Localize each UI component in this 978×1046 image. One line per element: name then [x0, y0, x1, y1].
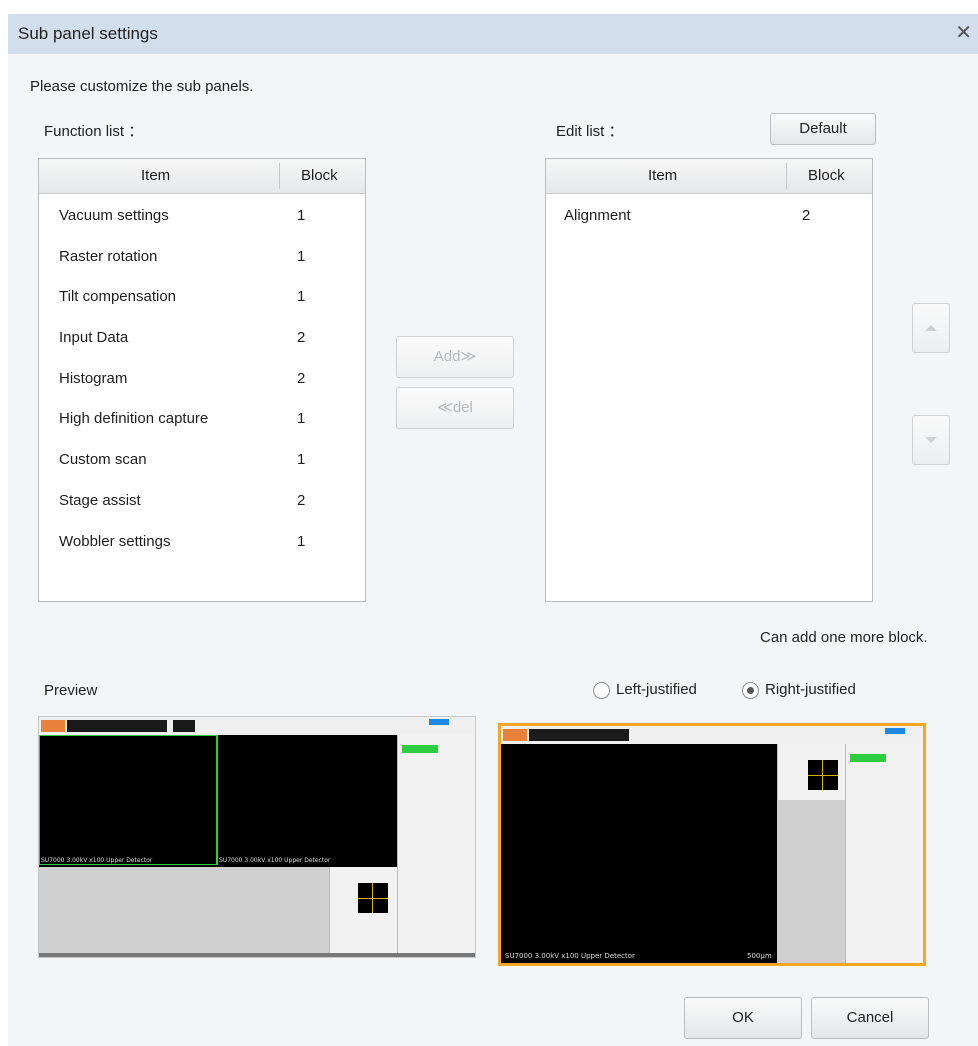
function-list-label: Function list ：: [44, 123, 144, 140]
preview-image-b: [217, 735, 395, 865]
scale-bar-label: 500µm: [747, 952, 772, 960]
list-item[interactable]: Tilt compensation 1: [39, 277, 365, 318]
triangle-up-icon: [925, 325, 937, 331]
right-justified-label[interactable]: Right-justified: [765, 681, 856, 698]
preview-image-a: [39, 735, 217, 865]
preview-sub-panel: [777, 744, 846, 800]
preview-empty-area: [39, 867, 329, 953]
preview-caption: SU7000 3.00kV x100 Upper Detector: [41, 857, 153, 864]
close-icon[interactable]: ✕: [955, 20, 972, 45]
preview-empty-area: [777, 800, 845, 963]
list-item[interactable]: Alignment 2: [546, 196, 872, 237]
preview-image: [501, 744, 777, 963]
list-item[interactable]: Raster rotation 1: [39, 237, 365, 278]
preview-toolbar: [501, 726, 923, 744]
list-item[interactable]: Input Data 2: [39, 318, 365, 359]
ok-button[interactable]: OK: [684, 997, 802, 1039]
left-justified-radio[interactable]: [593, 682, 610, 699]
cancel-button[interactable]: Cancel: [811, 997, 929, 1039]
list-item[interactable]: High definition capture 1: [39, 399, 365, 440]
function-list[interactable]: Item Block Vacuum settings 1 Raster rotat…: [38, 158, 366, 602]
edit-list[interactable]: Item Block Alignment 2: [545, 158, 873, 602]
list-item[interactable]: Stage assist 2: [39, 481, 365, 522]
add-button[interactable]: Add≫: [396, 336, 514, 378]
preview-toolbar: [39, 717, 475, 735]
column-header-block: Block: [301, 167, 338, 184]
list-item[interactable]: Vacuum settings 1: [39, 196, 365, 237]
column-header-item: Item: [648, 167, 678, 184]
preview-sub-panel: [329, 867, 398, 953]
list-item[interactable]: Wobbler settings 1: [39, 522, 365, 563]
right-justified-preview[interactable]: SU7000 3.00kV x100 Upper Detector 500µm: [498, 723, 926, 966]
right-justified-radio[interactable]: [742, 682, 759, 699]
preview-side-panel: [397, 735, 475, 953]
edit-list-label: Edit list ：: [556, 123, 624, 140]
move-up-button[interactable]: [912, 303, 950, 353]
left-justified-label[interactable]: Left-justified: [616, 681, 697, 698]
column-header-item: Item: [141, 167, 171, 184]
instruction-text: Please customize the sub panels.: [30, 78, 254, 95]
preview-side-panel: [845, 744, 923, 963]
function-list-header: Item Block: [39, 159, 365, 194]
default-button[interactable]: Default: [770, 113, 876, 145]
left-justified-preview[interactable]: SU7000 3.00kV x100 Upper Detector SU7000…: [38, 716, 476, 958]
edit-list-header: Item Block: [546, 159, 872, 194]
preview-label: Preview: [44, 682, 98, 699]
preview-caption: SU7000 3.00kV x100 Upper Detector: [505, 952, 635, 960]
preview-caption: SU7000 3.00kV x100 Upper Detector: [219, 857, 331, 864]
del-button[interactable]: ≪del: [396, 387, 514, 429]
list-item[interactable]: Histogram 2: [39, 359, 365, 400]
triangle-down-icon: [925, 437, 937, 443]
dialog-title: Sub panel settings: [18, 24, 158, 43]
block-status-text: Can add one more block.: [760, 629, 928, 646]
sub-panel-settings-dialog: Sub panel settings ✕ Please customize th…: [8, 14, 978, 1046]
move-down-button[interactable]: [912, 415, 950, 465]
column-header-block: Block: [808, 167, 845, 184]
title-bar: Sub panel settings ✕: [8, 14, 978, 54]
list-item[interactable]: Custom scan 1: [39, 440, 365, 481]
